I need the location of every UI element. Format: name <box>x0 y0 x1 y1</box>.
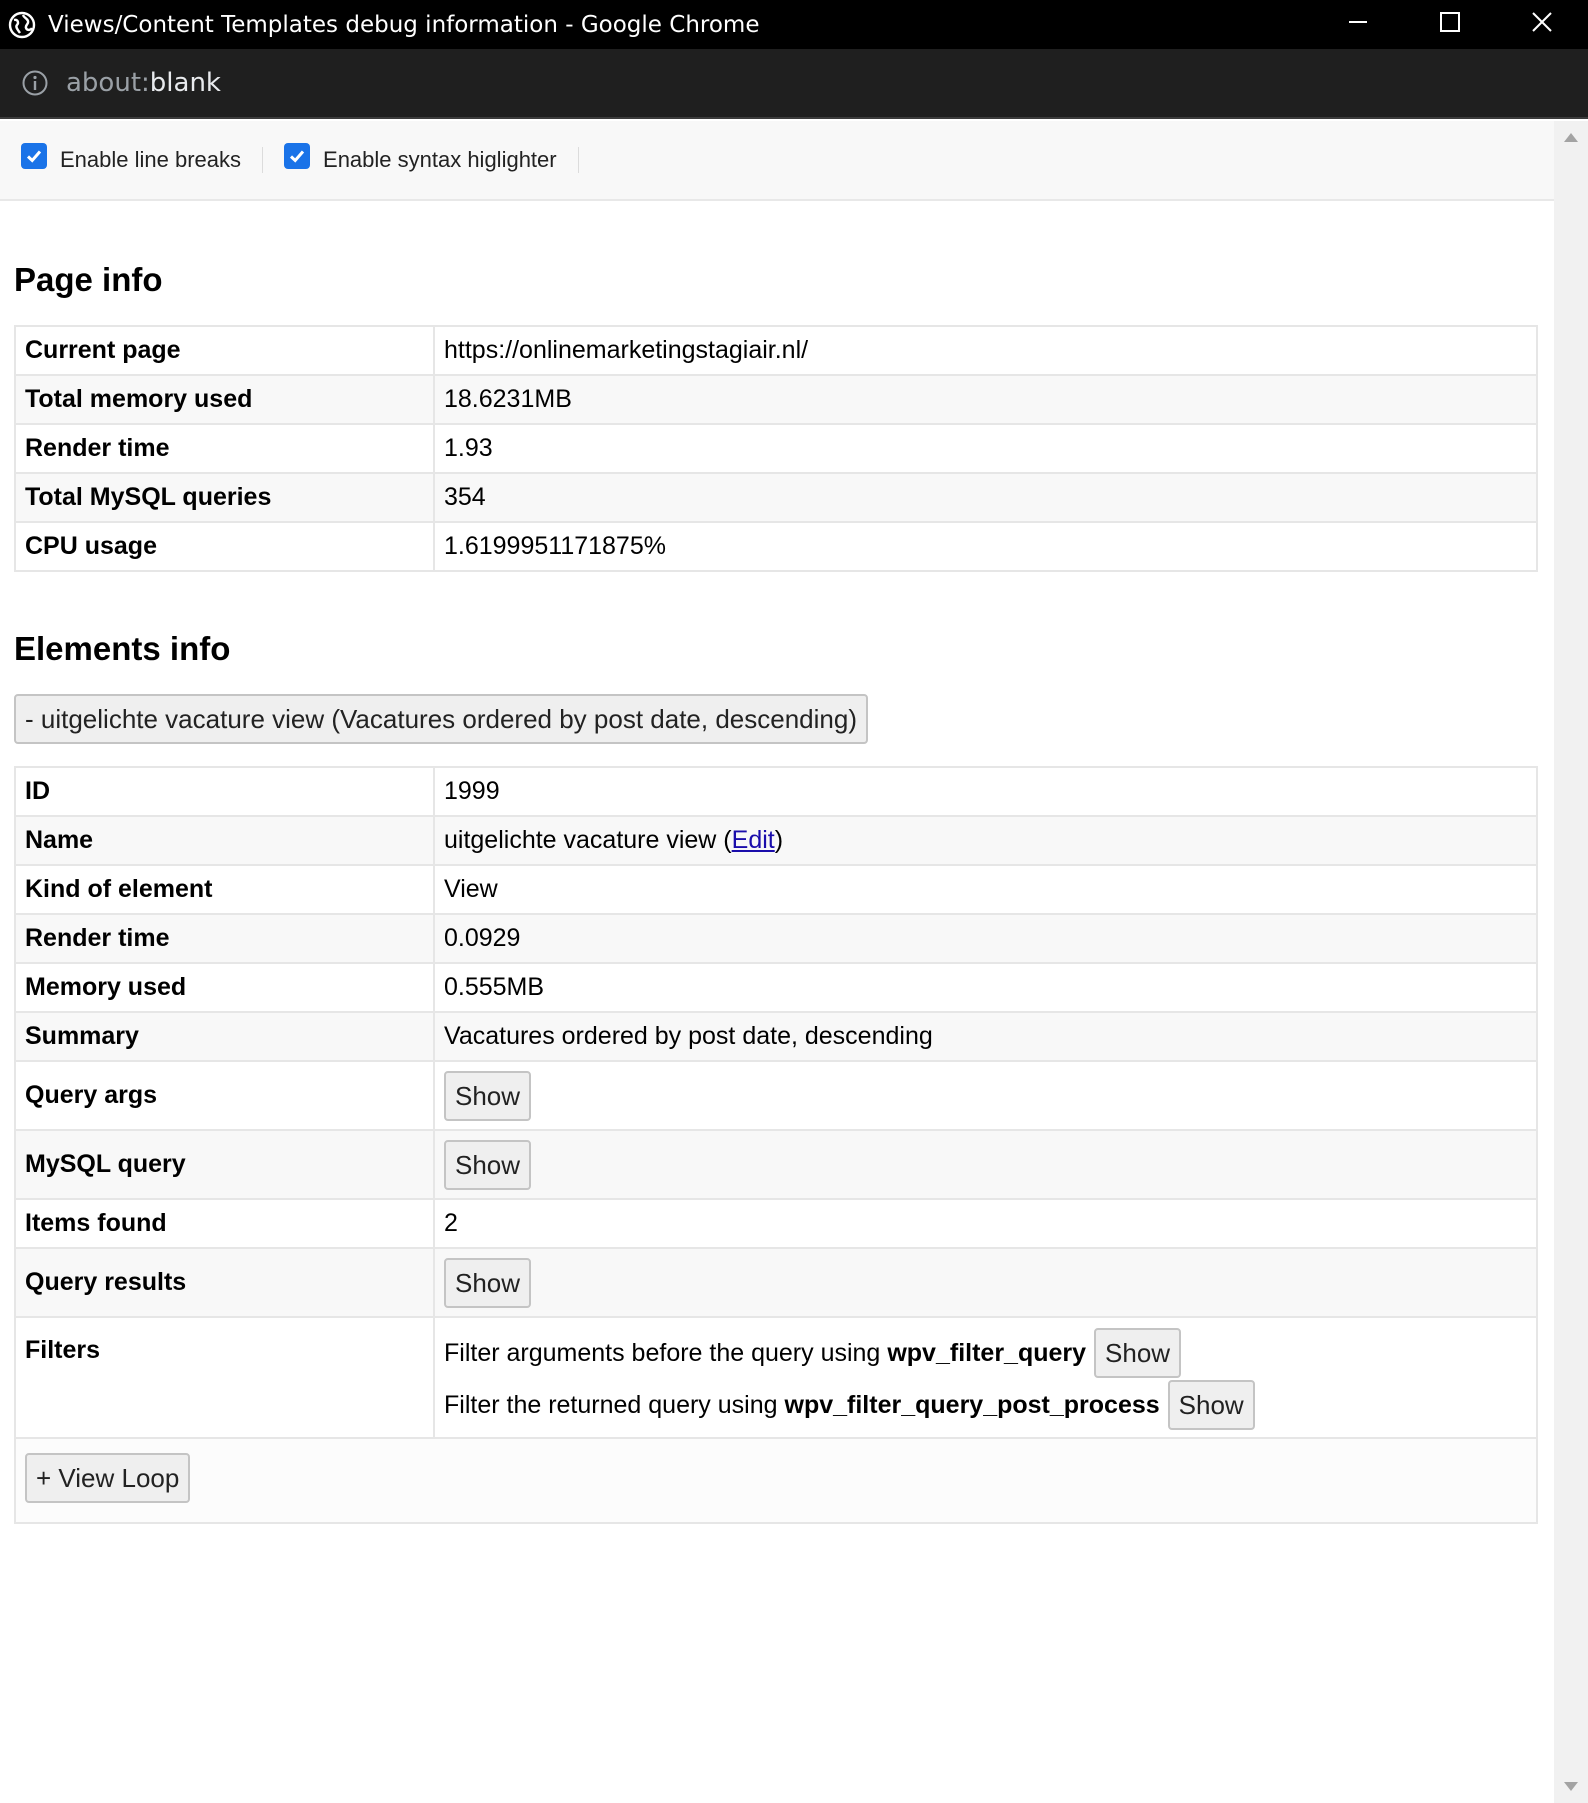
row-value: 354 <box>433 472 1538 523</box>
row-value: 1999 <box>433 766 1538 817</box>
scroll-down-arrow-icon[interactable] <box>1564 1782 1578 1791</box>
minimize-icon <box>1347 11 1369 38</box>
element-collapse-button[interactable]: - uitgelichte vacature view (Vacatures o… <box>14 694 868 744</box>
filter-line: Filter the returned query using wpv_filt… <box>444 1380 1527 1430</box>
edit-link[interactable]: Edit <box>732 826 775 854</box>
table-row: Query args Show <box>14 1060 1538 1131</box>
info-icon[interactable] <box>20 68 50 98</box>
row-value: Show <box>433 1247 1538 1318</box>
table-row: CPU usage 1.6199951171875% <box>14 521 1538 572</box>
row-value: View <box>433 864 1538 915</box>
line-breaks-checkbox[interactable] <box>21 143 47 169</box>
address-bar[interactable]: about:blank <box>0 49 1588 119</box>
row-key: Total memory used <box>14 374 435 425</box>
view-loop-button[interactable]: + View Loop <box>25 1453 191 1503</box>
row-value: Filter arguments before the query using … <box>433 1316 1538 1439</box>
row-key: Render time <box>14 423 435 474</box>
window-title: Views/Content Templates debug informatio… <box>48 11 760 38</box>
row-key: Query results <box>14 1247 435 1318</box>
row-key: CPU usage <box>14 521 435 572</box>
window-titlebar: Views/Content Templates debug informatio… <box>0 0 1588 49</box>
elements-info-heading: Elements info <box>14 630 231 667</box>
page-info-table: Current page https://onlinemarketingstag… <box>14 325 1538 572</box>
table-row: Name uitgelichte vacature view (Edit) <box>14 815 1538 866</box>
row-value: uitgelichte vacature view (Edit) <box>433 815 1538 866</box>
maximize-icon <box>1439 11 1461 38</box>
row-value: 0.0929 <box>433 913 1538 964</box>
row-value: 0.555MB <box>433 962 1538 1013</box>
line-breaks-label: Enable line breaks <box>60 147 242 172</box>
maximize-button[interactable] <box>1404 0 1496 49</box>
element-details-table: ID 1999 Name uitgelichte vacature view (… <box>14 766 1538 1439</box>
filter-description: Filter the returned query using <box>444 1390 778 1419</box>
row-value: https://onlinemarketingstagiair.nl/ <box>433 325 1538 376</box>
syntax-highlighter-label: Enable syntax higlighter <box>323 147 557 172</box>
row-value: 2 <box>433 1198 1538 1249</box>
table-row: Memory used 0.555MB <box>14 962 1538 1013</box>
row-value: Show <box>433 1060 1538 1131</box>
url-scheme: about: <box>66 68 150 98</box>
row-key: Summary <box>14 1011 435 1062</box>
row-key: Current page <box>14 325 435 376</box>
mysql-query-show-button[interactable]: Show <box>444 1139 532 1190</box>
filter-line: Filter arguments before the query using … <box>444 1328 1527 1378</box>
syntax-highlighter-checkbox[interactable] <box>284 143 311 169</box>
table-row: Query results Show <box>14 1247 1538 1318</box>
scroll-up-arrow-icon[interactable] <box>1564 133 1578 142</box>
options-toolbar: Enable line breaks Enable syntax higligh… <box>0 121 1554 201</box>
row-key: Kind of element <box>14 864 435 915</box>
name-close-paren: ) <box>774 826 784 854</box>
minimize-button[interactable] <box>1312 0 1404 49</box>
filter-hook-name: wpv_filter_query <box>887 1338 1087 1367</box>
table-row: MySQL query Show <box>14 1129 1538 1200</box>
table-row: Render time 0.0929 <box>14 913 1538 964</box>
table-row: Render time 1.93 <box>14 423 1538 474</box>
row-key: Query args <box>14 1060 435 1131</box>
element-name: uitgelichte vacature view ( <box>444 826 732 854</box>
toolbar-divider <box>577 147 579 173</box>
table-row: Kind of element View <box>14 864 1538 915</box>
row-key: Items found <box>14 1198 435 1249</box>
filter-description: Filter arguments before the query using <box>444 1338 881 1367</box>
row-key: MySQL query <box>14 1129 435 1200</box>
filter-post-process-show-button[interactable]: Show <box>1167 1380 1255 1430</box>
table-row: Total MySQL queries 354 <box>14 472 1538 523</box>
query-args-show-button[interactable]: Show <box>444 1070 532 1121</box>
page-content: Enable line breaks Enable syntax higligh… <box>0 121 1554 1803</box>
row-value: 1.6199951171875% <box>433 521 1538 572</box>
table-row: Total memory used 18.6231MB <box>14 374 1538 425</box>
syntax-highlighter-option[interactable]: Enable syntax higlighter <box>284 143 557 175</box>
row-key: Name <box>14 815 435 866</box>
table-row: Filters Filter arguments before the quer… <box>14 1316 1538 1439</box>
close-button[interactable] <box>1496 0 1588 49</box>
row-key: Filters <box>14 1316 435 1439</box>
table-row: Current page https://onlinemarketingstag… <box>14 325 1538 376</box>
row-value: 1.93 <box>433 423 1538 474</box>
row-key: Memory used <box>14 962 435 1013</box>
view-loop-container: + View Loop <box>14 1439 1538 1524</box>
url-host: blank <box>149 68 221 98</box>
filter-hook-name: wpv_filter_query_post_process <box>784 1390 1160 1419</box>
table-row: ID 1999 <box>14 766 1538 817</box>
globe-icon <box>7 10 37 40</box>
filter-query-show-button[interactable]: Show <box>1094 1328 1182 1378</box>
checkmark-icon <box>26 150 42 163</box>
checkmark-icon <box>289 150 305 163</box>
close-icon <box>1530 10 1554 39</box>
vertical-scrollbar[interactable] <box>1554 121 1588 1803</box>
row-value: Vacatures ordered by post date, descendi… <box>433 1011 1538 1062</box>
query-results-show-button[interactable]: Show <box>444 1257 532 1308</box>
row-value: 18.6231MB <box>433 374 1538 425</box>
table-row: Summary Vacatures ordered by post date, … <box>14 1011 1538 1062</box>
address-url[interactable]: about:blank <box>66 68 221 98</box>
row-key: Total MySQL queries <box>14 472 435 523</box>
row-key: Render time <box>14 913 435 964</box>
toolbar-divider <box>262 147 264 173</box>
row-key: ID <box>14 766 435 817</box>
table-row: Items found 2 <box>14 1198 1538 1249</box>
line-breaks-option[interactable]: Enable line breaks <box>21 143 242 175</box>
page-info-heading: Page info <box>14 261 163 298</box>
row-value: Show <box>433 1129 1538 1200</box>
